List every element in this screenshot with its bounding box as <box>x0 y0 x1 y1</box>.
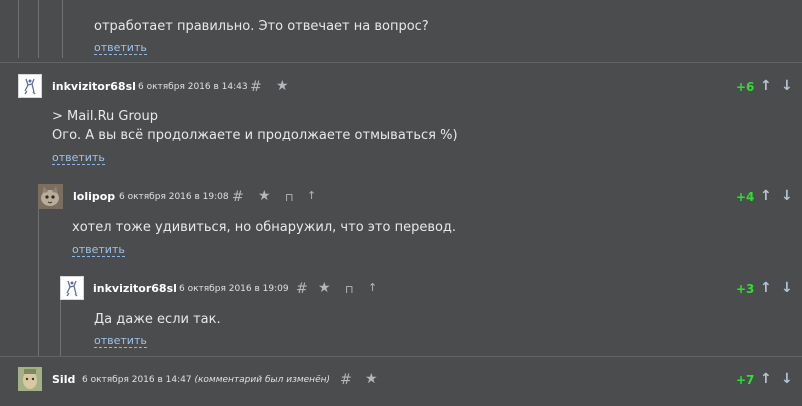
star-icon[interactable]: ★ <box>276 79 289 93</box>
comment-date-text: 6 октября 2016 в 14:47 <box>82 375 192 385</box>
parent-link-icon[interactable]: ⊓ <box>285 191 294 205</box>
avatar-image <box>66 280 78 297</box>
arrow-down-icon[interactable]: ↓ <box>781 281 793 295</box>
reply-link[interactable]: ответить <box>72 243 125 257</box>
comment-score: +3 <box>736 282 755 296</box>
thread-guide-line <box>38 0 39 58</box>
username[interactable]: lolipop <box>73 190 115 203</box>
comment-date[interactable]: 6 октября 2016 в 14:47 (комментарий был … <box>82 375 330 385</box>
comment-text-line: Да даже если так. <box>94 312 221 327</box>
hash-icon[interactable]: # <box>232 190 244 204</box>
arrow-up-icon[interactable]: ↑ <box>760 79 772 93</box>
thread-guide-line <box>38 206 39 356</box>
hash-icon[interactable]: # <box>250 80 262 94</box>
username[interactable]: inkvizitor68sl <box>93 282 177 295</box>
avatar[interactable] <box>60 276 84 300</box>
star-icon[interactable]: ★ <box>318 281 331 295</box>
comment-score: +6 <box>736 80 755 94</box>
thread-guide-line <box>18 0 19 58</box>
arrow-up-small-icon[interactable]: ↑ <box>368 281 377 295</box>
star-icon[interactable]: ★ <box>258 189 271 203</box>
comment-score: +4 <box>736 190 755 204</box>
hash-icon[interactable]: # <box>340 373 352 387</box>
comment-text: отработает правильно. Это отвечает на во… <box>94 19 429 34</box>
avatar[interactable] <box>18 367 42 391</box>
hash-icon[interactable]: # <box>296 282 308 296</box>
arrow-up-icon[interactable]: ↑ <box>760 372 772 386</box>
avatar-image <box>18 367 42 391</box>
avatar[interactable] <box>38 184 63 209</box>
comment-text-line: Ого. А вы всё продолжаете и продолжаете … <box>52 128 458 143</box>
edited-note: (комментарий был изменён) <box>194 375 331 385</box>
comment-date[interactable]: 6 октября 2016 в 14:43 <box>138 82 248 92</box>
avatar-image <box>24 78 36 95</box>
comment-score: +7 <box>736 373 755 387</box>
thread-guide-line <box>60 296 61 356</box>
arrow-down-icon[interactable]: ↓ <box>781 189 793 203</box>
comment-separator <box>0 62 802 63</box>
arrow-up-small-icon[interactable]: ↑ <box>307 189 316 203</box>
comment-separator <box>0 356 802 357</box>
reply-link[interactable]: ответить <box>52 151 105 165</box>
thread-guide-line <box>62 0 63 58</box>
reply-link[interactable]: ответить <box>94 334 147 348</box>
avatar-image <box>38 184 63 209</box>
parent-link-icon[interactable]: ⊓ <box>345 283 354 297</box>
avatar[interactable] <box>18 74 42 98</box>
comment-text-line: > Mail.Ru Group <box>52 109 158 124</box>
arrow-down-icon[interactable]: ↓ <box>781 372 793 386</box>
reply-link[interactable]: ответить <box>94 41 147 55</box>
arrow-up-icon[interactable]: ↑ <box>760 189 772 203</box>
arrow-down-icon[interactable]: ↓ <box>781 79 793 93</box>
arrow-up-icon[interactable]: ↑ <box>760 281 772 295</box>
username[interactable]: inkvizitor68sl <box>52 80 136 93</box>
comment-date[interactable]: 6 октября 2016 в 19:08 <box>119 192 229 202</box>
username[interactable]: Sild <box>52 373 75 386</box>
star-icon[interactable]: ★ <box>365 372 378 386</box>
comment-text-line: хотел тоже удивиться, но обнаружил, что … <box>72 220 457 235</box>
comment-date[interactable]: 6 октября 2016 в 19:09 <box>179 284 289 294</box>
